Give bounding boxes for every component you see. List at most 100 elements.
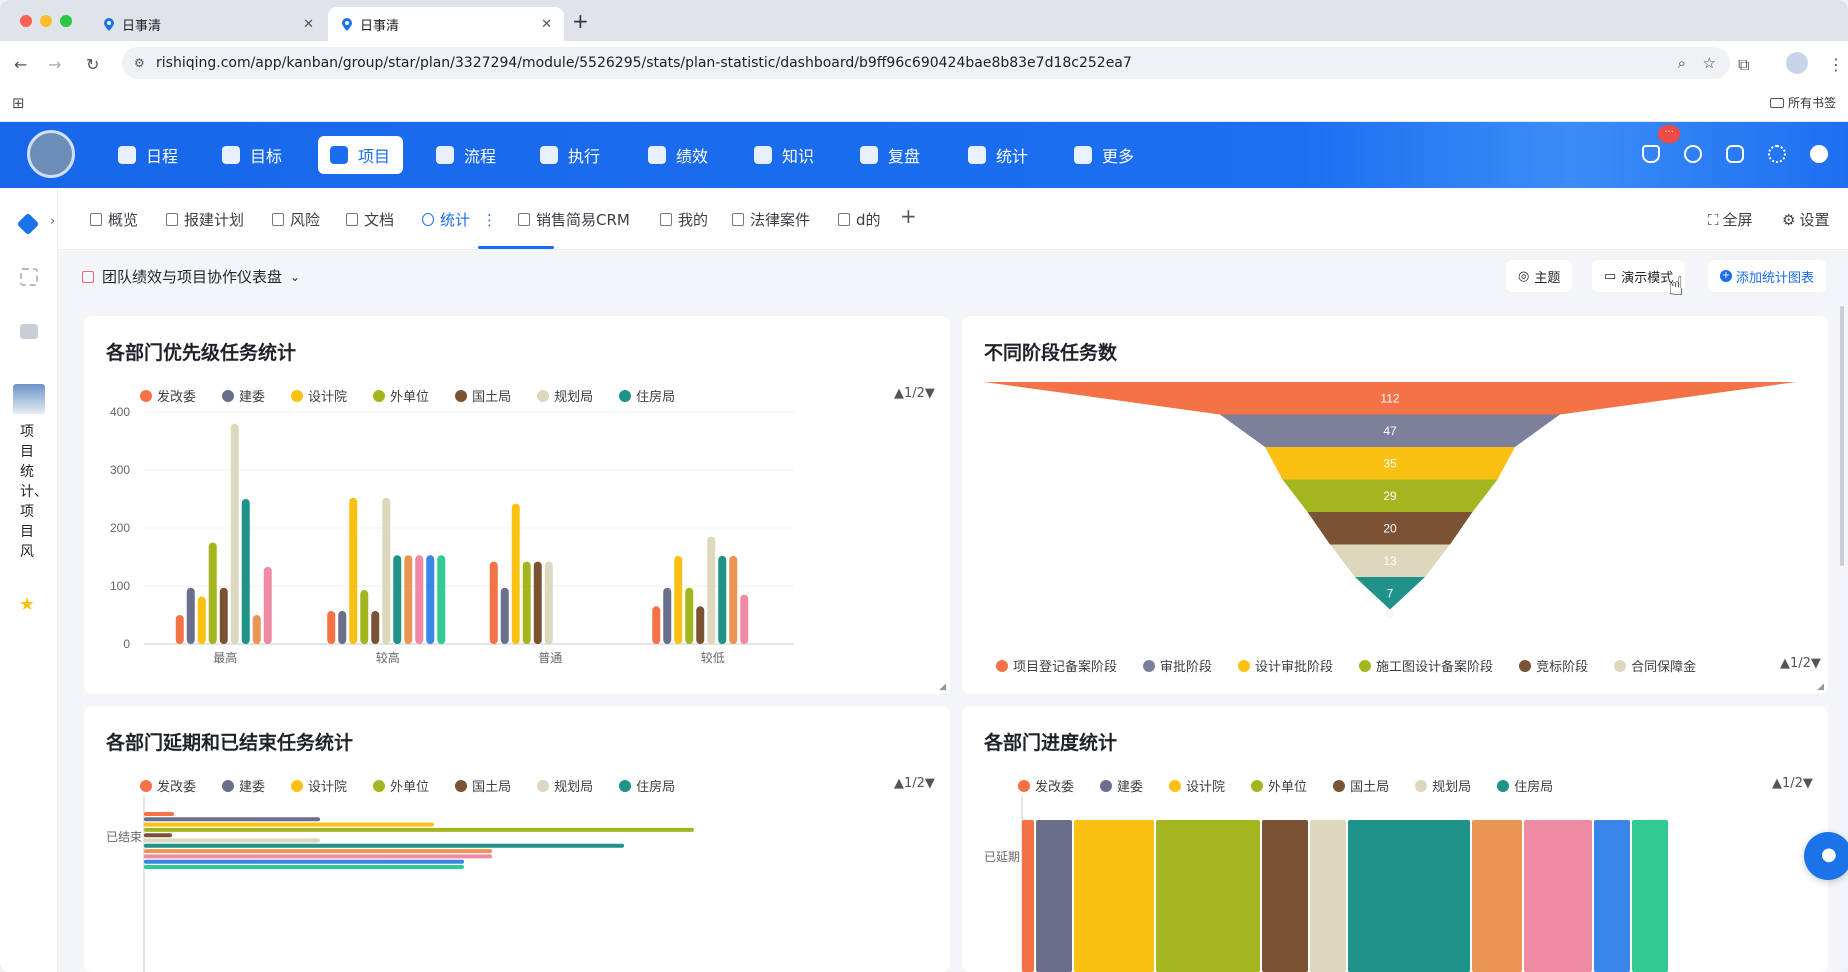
sidebar-project-name[interactable]: 项目统计、项目风 [20, 422, 48, 562]
bar[interactable] [489, 561, 498, 644]
extensions-icon[interactable]: ⧉ [1738, 55, 1749, 75]
bar[interactable] [327, 610, 336, 644]
bar[interactable] [685, 587, 694, 644]
stacked-segment[interactable] [1074, 820, 1154, 972]
app-logo[interactable] [27, 130, 75, 178]
stacked-segment[interactable] [1632, 820, 1668, 972]
bar[interactable] [241, 499, 250, 644]
legend-item[interactable]: 施工图设计备案阶段 [1359, 656, 1493, 675]
legend-pager[interactable]: ▲1/2▼ [1780, 656, 1821, 671]
bar[interactable] [718, 555, 727, 644]
close-window-icon[interactable] [20, 15, 32, 27]
bar[interactable] [740, 594, 749, 644]
bar[interactable] [144, 843, 624, 848]
menu-statistics[interactable]: 统计 [956, 136, 1040, 174]
bar[interactable] [144, 859, 464, 864]
bar[interactable] [349, 497, 358, 644]
apps-grid-icon[interactable]: ⊞ [12, 94, 25, 112]
bar[interactable] [522, 561, 531, 644]
star-icon[interactable]: ★ [19, 594, 35, 615]
close-tab-icon[interactable]: ✕ [541, 17, 552, 32]
bar[interactable] [252, 615, 261, 644]
bar[interactable] [511, 503, 520, 644]
stacked-segment[interactable] [1262, 820, 1308, 972]
resize-handle-icon[interactable]: ◢ [939, 682, 946, 692]
stacked-segment[interactable] [1594, 820, 1630, 972]
legend-item[interactable]: 合同保障金 [1614, 656, 1696, 675]
browser-menu-icon[interactable]: ⋮ [1828, 55, 1844, 74]
tab-overview[interactable]: 概览 [90, 209, 138, 230]
new-tab-icon[interactable]: + [572, 9, 589, 33]
dashboard-selector[interactable]: 团队绩效与项目协作仪表盘 ⌄ [82, 266, 300, 287]
menu-knowledge[interactable]: 知识 [742, 136, 826, 174]
bar[interactable] [500, 587, 509, 644]
add-tab-icon[interactable]: + [900, 204, 917, 228]
bar[interactable] [415, 555, 424, 644]
stacked-segment[interactable] [1348, 820, 1470, 972]
stacked-segment[interactable] [1472, 820, 1522, 972]
bar[interactable] [404, 555, 413, 644]
shield-icon[interactable] [1726, 145, 1744, 163]
bar[interactable] [144, 817, 320, 822]
bar[interactable] [219, 587, 228, 644]
menu-project[interactable]: 项目 [318, 136, 403, 174]
bar[interactable] [263, 566, 272, 644]
menu-more[interactable]: 更多 [1062, 136, 1146, 174]
gear-icon[interactable] [1768, 145, 1786, 163]
bar[interactable] [186, 587, 195, 644]
assistant-bulb-button[interactable]: ● [1804, 832, 1848, 880]
bar[interactable] [393, 555, 402, 644]
legend-item[interactable]: 审批阶段 [1143, 656, 1212, 675]
theme-button[interactable]: ◎ 主题 [1506, 260, 1573, 292]
menu-review[interactable]: 复盘 [848, 136, 932, 174]
stacked-segment[interactable] [1022, 820, 1034, 972]
bar[interactable] [197, 596, 206, 644]
bar[interactable] [729, 555, 738, 644]
bar[interactable] [144, 812, 174, 816]
tab-more-icon[interactable]: ⋮ [482, 211, 497, 229]
bar[interactable] [707, 536, 716, 644]
tab-legal[interactable]: 法律案件 [732, 209, 810, 230]
tab-risk[interactable]: 风险 [272, 209, 320, 230]
menu-performance[interactable]: 绩效 [636, 136, 720, 174]
bar[interactable] [175, 615, 184, 644]
legend-item[interactable]: 项目登记备案阶段 [996, 656, 1117, 675]
bar[interactable] [144, 822, 434, 827]
back-icon[interactable]: ← [14, 55, 27, 74]
tab-docs[interactable]: 文档 [346, 209, 394, 230]
bar[interactable] [696, 606, 705, 644]
bar[interactable] [371, 610, 380, 644]
bar[interactable] [144, 865, 464, 869]
profile-avatar[interactable] [1786, 52, 1808, 74]
stacked-segment[interactable] [1524, 820, 1592, 972]
search-icon[interactable] [1684, 145, 1702, 163]
tab-mine[interactable]: 我的 [660, 209, 708, 230]
site-info-icon[interactable]: ⚙ [134, 47, 145, 79]
zoom-icon[interactable]: ⌕ [1678, 47, 1686, 79]
forward-icon[interactable]: → [48, 55, 61, 74]
bar[interactable] [360, 590, 369, 644]
tab-d[interactable]: d的 [838, 209, 881, 230]
menu-schedule[interactable]: 日程 [106, 136, 190, 174]
add-chart-button[interactable]: + 添加统计图表 [1708, 260, 1827, 292]
fullscreen-button[interactable]: ⛶ 全屏 [1708, 209, 1753, 230]
minimize-window-icon[interactable] [40, 15, 52, 27]
bar[interactable] [663, 587, 672, 644]
all-bookmarks[interactable]: 所有书签 [1770, 94, 1836, 111]
browser-tab-2[interactable]: 日事清 ✕ [328, 7, 564, 41]
bar[interactable] [144, 827, 694, 832]
bookmark-star-icon[interactable]: ☆ [1703, 47, 1716, 79]
bar[interactable] [230, 423, 239, 644]
folder-icon[interactable] [20, 324, 38, 339]
project-cube-icon[interactable] [16, 212, 40, 236]
project-thumbnail[interactable] [13, 384, 45, 414]
url-field[interactable]: ⚙ rishiqing.com/app/kanban/group/star/pl… [122, 47, 1730, 79]
stacked-segment[interactable] [1156, 820, 1260, 972]
bar[interactable] [426, 555, 435, 644]
browser-tab-1[interactable]: 日事清 ✕ [90, 7, 326, 41]
resize-handle-icon[interactable]: ◢ [1817, 682, 1824, 692]
legend-item[interactable]: 设计审批阶段 [1238, 656, 1333, 675]
bar[interactable] [437, 555, 446, 644]
settings-button[interactable]: ⚙ 设置 [1782, 209, 1829, 230]
expand-chevron-icon[interactable]: › [50, 214, 55, 229]
